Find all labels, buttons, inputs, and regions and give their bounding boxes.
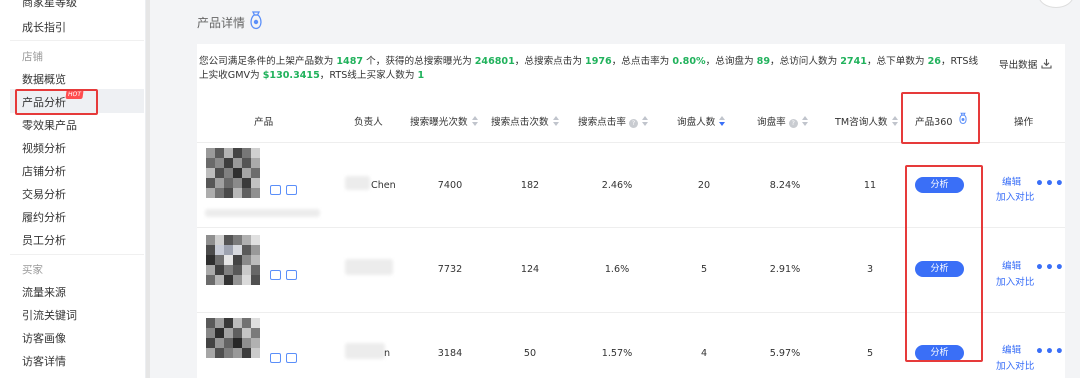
sidebar-group-buyer: 买家 (22, 264, 43, 276)
more-icon[interactable]: ••• (1035, 260, 1065, 276)
impressions-cell: 3184 (437, 348, 463, 359)
sidebar-item-shop-analysis[interactable]: 店铺分析 (22, 163, 66, 179)
download-icon[interactable] (1041, 58, 1052, 69)
add-compare-link[interactable]: 加入对比 (996, 189, 1034, 203)
owner-cell: n (384, 348, 391, 359)
inquiry-rate-cell: 5.97% (769, 348, 801, 359)
clicks-cell: 50 (523, 348, 537, 359)
product-thumbnail[interactable] (206, 235, 262, 293)
clicks-cell: 182 (520, 180, 540, 191)
sidebar-item-visitor-profile[interactable]: 访客画像 (22, 330, 66, 346)
column-header-ctr[interactable]: 搜索点击率? (578, 114, 648, 128)
more-icon[interactable]: ••• (1035, 344, 1065, 360)
app-root: 商家星等级 成长指引 店铺 数据概览 产品分析 HOT 零效果产品 视频分析 店… (0, 0, 1080, 378)
sidebar-item-fulfillment-analysis[interactable]: 履约分析 (22, 209, 66, 225)
store-icon[interactable] (270, 353, 281, 363)
ctr-cell: 1.57% (601, 348, 633, 359)
edit-link[interactable]: 编辑 (1002, 342, 1021, 356)
clicks-cell: 124 (520, 264, 540, 275)
column-header-inquiry-rate[interactable]: 询盘率? (757, 114, 808, 128)
column-header-owner: 负责人 (354, 117, 383, 128)
sidebar-divider (10, 254, 144, 255)
page-title: 产品详情 (197, 16, 246, 30)
sort-desc-icon[interactable] (719, 116, 726, 126)
impressions-cell: 7732 (437, 264, 463, 275)
sidebar-divider (10, 40, 144, 41)
owner-name-blurred (345, 343, 385, 359)
monitor-icon[interactable] (286, 185, 297, 195)
column-header-clicks[interactable]: 搜索点击次数 (491, 114, 559, 128)
product-mini-icons[interactable] (270, 265, 302, 284)
help-icon[interactable]: ? (628, 119, 638, 128)
ctr-cell: 2.46% (601, 180, 633, 191)
sidebar-item-traffic-source[interactable]: 流量来源 (22, 284, 66, 300)
inquiry-rate-cell: 8.24% (769, 180, 801, 191)
add-compare-link[interactable]: 加入对比 (996, 274, 1034, 288)
column-header-tm-people[interactable]: TM咨询人数 (835, 114, 898, 128)
sidebar: 商家星等级 成长指引 店铺 数据概览 产品分析 HOT 零效果产品 视频分析 店… (0, 0, 146, 378)
sort-icon[interactable] (641, 116, 648, 126)
owner-name-blurred (345, 259, 393, 275)
annotation-box-product360-header (901, 92, 980, 144)
edit-link[interactable]: 编辑 (1002, 174, 1021, 188)
tm-people-cell: 11 (863, 180, 877, 191)
add-compare-link[interactable]: 加入对比 (996, 358, 1034, 372)
sidebar-scrollbar[interactable] (146, 0, 150, 378)
annotation-box-analyze-buttons (905, 165, 983, 362)
sort-icon[interactable] (801, 116, 808, 126)
edit-link[interactable]: 编辑 (1002, 258, 1021, 272)
summary-text: 您公司满足条件的上架产品数为 1487 个，获得的总搜索曝光为 246801，总… (199, 56, 979, 81)
sidebar-item-video-analysis[interactable]: 视频分析 (22, 140, 66, 156)
impressions-cell: 7400 (437, 180, 463, 191)
product-mini-icons[interactable] (270, 180, 302, 199)
sidebar-item-staff-analysis[interactable]: 员工分析 (22, 232, 66, 248)
product-thumbnail[interactable] (206, 318, 262, 376)
sidebar-item-trade-analysis[interactable]: 交易分析 (22, 186, 66, 202)
annotation-box-product-analysis (15, 89, 98, 115)
monitor-icon[interactable] (286, 353, 297, 363)
sidebar-item-zero-effect[interactable]: 零效果产品 (22, 117, 77, 133)
product-bag-icon[interactable] (248, 11, 264, 30)
sidebar-group-shop: 店铺 (22, 51, 43, 63)
column-header-ops: 操作 (1014, 117, 1034, 128)
ctr-cell: 1.6% (604, 264, 630, 275)
owner-name-blurred (345, 176, 370, 190)
sort-icon[interactable] (891, 116, 898, 126)
monitor-icon[interactable] (286, 270, 297, 280)
corner-close-button[interactable] (1038, 0, 1074, 8)
sidebar-item-growth-guide[interactable]: 成长指引 (22, 19, 66, 35)
sidebar-item-data-overview[interactable]: 数据概览 (22, 71, 66, 87)
product-mini-icons[interactable] (270, 348, 302, 367)
column-header-impressions[interactable]: 搜索曝光次数 (410, 114, 478, 128)
store-icon[interactable] (270, 270, 281, 280)
sidebar-item-keywords[interactable]: 引流关键词 (22, 307, 77, 323)
owner-cell: Chen (371, 180, 396, 191)
sort-icon[interactable] (471, 116, 478, 126)
export-data-button[interactable]: 导出数据 (999, 57, 1037, 71)
inquiry-people-cell: 5 (700, 264, 708, 275)
tm-people-cell: 5 (866, 348, 874, 359)
column-header-inquiry-people[interactable]: 询盘人数 (677, 114, 726, 128)
product-title-blurred (205, 209, 320, 217)
help-icon[interactable]: ? (788, 119, 798, 128)
column-header-product: 产品 (254, 117, 274, 128)
inquiry-rate-cell: 2.91% (769, 264, 801, 275)
store-icon[interactable] (270, 185, 281, 195)
more-icon[interactable]: ••• (1035, 176, 1065, 192)
sort-icon[interactable] (552, 116, 559, 126)
sidebar-item-visitor-details[interactable]: 访客详情 (22, 353, 66, 369)
sidebar-item-merchant-level[interactable]: 商家星等级 (22, 0, 77, 10)
product-thumbnail[interactable] (206, 148, 262, 206)
tm-people-cell: 3 (866, 264, 874, 275)
inquiry-people-cell: 20 (697, 180, 711, 191)
inquiry-people-cell: 4 (700, 348, 708, 359)
